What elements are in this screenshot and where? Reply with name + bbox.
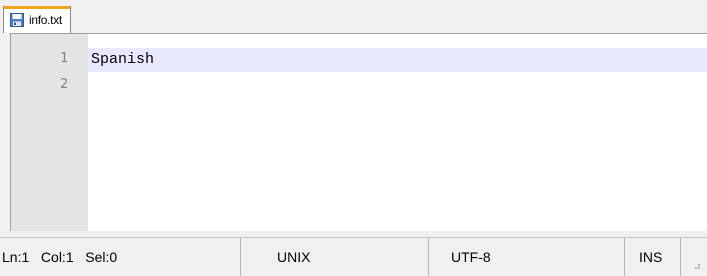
insert-mode[interactable]: INS	[625, 238, 681, 276]
status-bar: Ln:1 Col:1 Sel:0 UNIX UTF-8 INS	[0, 237, 707, 276]
save-icon	[10, 13, 24, 27]
left-edge	[0, 33, 10, 231]
code-line[interactable]: Spanish	[91, 51, 154, 68]
cursor-position: Ln:1 Col:1 Sel:0	[0, 238, 241, 276]
current-line-highlight	[88, 48, 707, 72]
tab-info-txt[interactable]: info.txt	[3, 6, 71, 33]
eol-format[interactable]: UNIX	[241, 238, 429, 276]
line-number-gutter: 1 2	[11, 34, 88, 231]
editor-window: info.txt 1 2 Spanish Ln:1 Col:1 Sel:0 UN…	[0, 0, 707, 276]
active-tab-accent	[4, 6, 70, 9]
resize-grip-icon[interactable]	[691, 260, 701, 270]
line-number: 1	[60, 51, 68, 66]
encoding[interactable]: UTF-8	[429, 238, 625, 276]
tab-label: info.txt	[29, 13, 62, 27]
tab-bar: info.txt	[0, 0, 707, 34]
line-number: 2	[60, 77, 68, 92]
text-editor[interactable]: 1 2 Spanish	[10, 33, 707, 231]
